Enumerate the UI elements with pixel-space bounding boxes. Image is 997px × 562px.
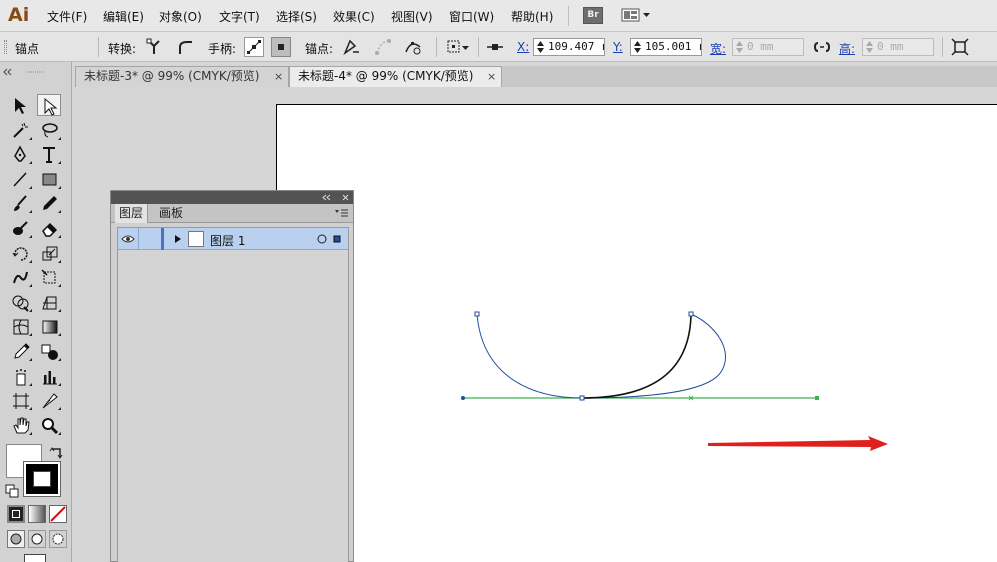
tab-artboards[interactable]: 画板 [155, 204, 187, 223]
selected-black-curve[interactable] [581, 313, 692, 399]
handle-point-right[interactable] [815, 396, 819, 400]
layer-name[interactable]: 图层 1 [210, 232, 245, 249]
original-curve-path[interactable] [476, 313, 726, 399]
expand-triangle-icon[interactable] [174, 234, 182, 244]
layer-row[interactable]: 图层 1 [118, 228, 348, 250]
eye-icon[interactable] [121, 233, 135, 245]
row-divider [138, 228, 139, 250]
anchor-point[interactable] [688, 311, 694, 317]
panel-titlebar[interactable] [111, 191, 353, 204]
layers-panel: 图层 画板 图层 1 [110, 190, 354, 562]
target-indicator-icon[interactable] [317, 234, 345, 244]
panel-menu-icon[interactable] [335, 208, 349, 218]
anchor-point[interactable] [474, 311, 480, 317]
tab-layers[interactable]: 图层 [115, 204, 149, 223]
anchor-point[interactable] [579, 395, 585, 401]
handle-point-left[interactable] [461, 396, 465, 400]
layer-color-marker [161, 228, 164, 250]
layer-thumbnail [188, 231, 204, 247]
layers-list[interactable]: 图层 1 [117, 227, 349, 562]
red-arrow [708, 436, 888, 451]
panel-titlebar-controls [322, 194, 349, 201]
panel-tabs: 图层 画板 [111, 204, 353, 223]
